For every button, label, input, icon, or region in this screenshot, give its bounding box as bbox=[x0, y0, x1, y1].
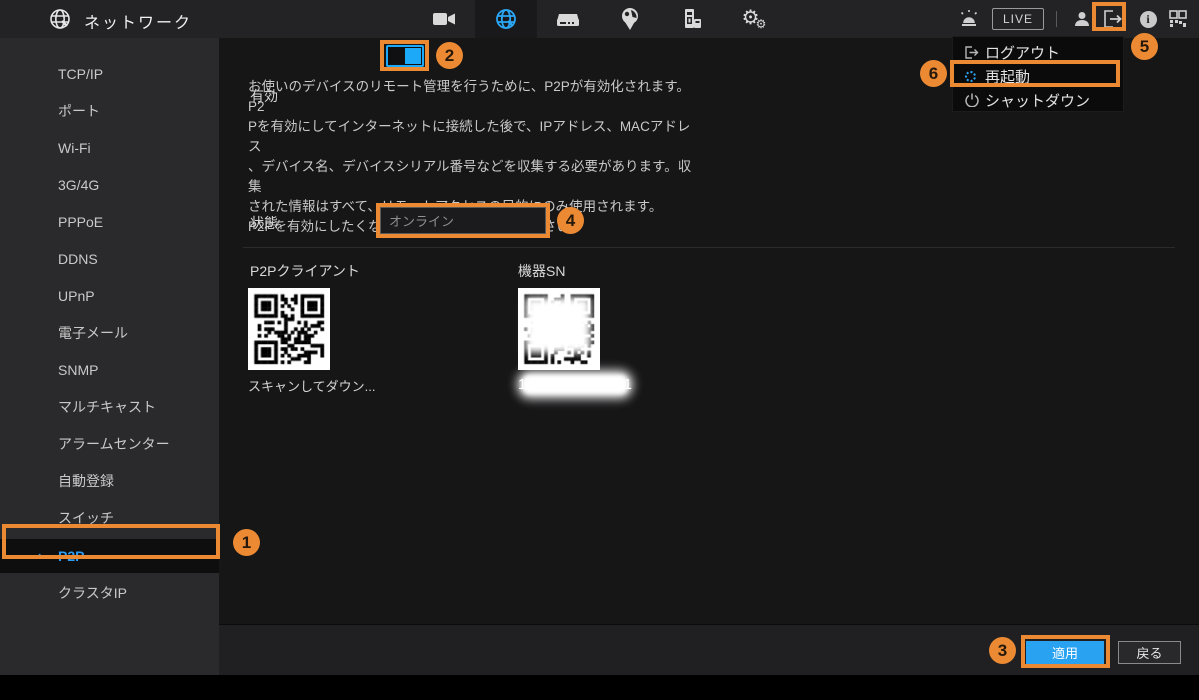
p2p-client-qr-code bbox=[248, 288, 330, 370]
network-logo-icon bbox=[48, 7, 72, 31]
menu-item-restart[interactable]: 再起動 bbox=[953, 64, 1123, 88]
p2p-client-caption: スキャンしてダウン... bbox=[248, 376, 375, 395]
annotation-circle-1: 1 bbox=[233, 529, 260, 556]
sidebar-item-[interactable]: マルチキャスト bbox=[0, 389, 219, 426]
status-label: 状態 bbox=[250, 213, 278, 233]
sidebar-item-label: クラスタIP bbox=[58, 585, 127, 601]
enable-toggle[interactable] bbox=[386, 45, 424, 67]
main-nav: ⚙⚙ bbox=[413, 0, 785, 38]
nav-storage-icon[interactable] bbox=[537, 0, 599, 38]
menu-item-label: ログアウト bbox=[985, 42, 1060, 63]
sidebar-item-label: 電子メール bbox=[58, 325, 128, 341]
alarm-icon[interactable] bbox=[954, 0, 984, 38]
apply-button[interactable]: 適用 bbox=[1026, 641, 1104, 664]
sidebar-item-label: 3G/4G bbox=[58, 177, 99, 193]
content-panel: 有効 お使いのデバイスのリモート管理を行うために、P2Pが有効化されます。P2 … bbox=[219, 38, 1199, 624]
annotation-circle-3: 3 bbox=[989, 637, 1016, 664]
menu-item-label: 再起動 bbox=[985, 66, 1030, 87]
annotation-circle-5: 5 bbox=[1131, 33, 1158, 60]
sidebar-item-label: PPPoE bbox=[58, 214, 103, 230]
sidebar-item-snmp[interactable]: SNMP bbox=[0, 352, 219, 389]
sidebar-item-label: SNMP bbox=[58, 362, 98, 378]
device-sn-value-redacted: 1 1 bbox=[518, 374, 632, 395]
status-input[interactable] bbox=[380, 207, 546, 234]
nav-network-globe-icon[interactable] bbox=[475, 0, 537, 38]
sidebar-item-label: スイッチ bbox=[58, 510, 114, 526]
menu-item-label: シャットダウン bbox=[985, 90, 1090, 111]
footer-bar: 適用 戻る bbox=[219, 624, 1199, 675]
info-icon[interactable]: i bbox=[1133, 0, 1163, 38]
restart-spinner-icon bbox=[965, 71, 985, 82]
sidebar-item-[interactable]: アラームセンター bbox=[0, 426, 219, 463]
sidebar-item-label: TCP/IP bbox=[58, 66, 103, 82]
sidebar-item-tcpip[interactable]: TCP/IP bbox=[0, 56, 219, 93]
chevron-right-icon: › bbox=[38, 539, 42, 573]
sidebar-item-label: ポート bbox=[58, 103, 100, 119]
sn-redaction-blob bbox=[521, 374, 629, 395]
topbar-right-icons: LIVE i bbox=[954, 0, 1199, 38]
nav-account-icon[interactable] bbox=[599, 0, 661, 38]
sidebar-item-p2p[interactable]: › P2P bbox=[0, 539, 219, 573]
qr-redaction-blur bbox=[525, 297, 591, 353]
sidebar-item-[interactable]: スイッチ bbox=[0, 500, 219, 537]
sn-visible-suffix: 1 bbox=[624, 376, 632, 393]
sidebar-item-label: DDNS bbox=[58, 251, 98, 267]
annotation-circle-6: 6 bbox=[920, 60, 947, 87]
annotation-circle-2: 2 bbox=[436, 42, 463, 69]
sidebar-item-ip[interactable]: クラスタIP bbox=[0, 575, 219, 612]
user-dropdown-menu: ログアウト 再起動 シャットダウン bbox=[952, 36, 1124, 112]
menu-item-shutdown[interactable]: シャットダウン bbox=[953, 88, 1123, 112]
sidebar-item-label: 自動登録 bbox=[58, 473, 114, 489]
nav-system-icon[interactable] bbox=[661, 0, 723, 38]
live-button[interactable]: LIVE bbox=[992, 8, 1044, 30]
user-icon[interactable] bbox=[1067, 0, 1097, 38]
p2p-client-label: P2Pクライアント bbox=[250, 261, 360, 281]
device-sn-label: 機器SN bbox=[518, 261, 565, 281]
qr-code-icon[interactable] bbox=[1163, 0, 1193, 38]
sidebar-item-wifi[interactable]: Wi-Fi bbox=[0, 130, 219, 167]
logout-icon bbox=[965, 46, 985, 59]
sidebar-item-pppoe[interactable]: PPPoE bbox=[0, 204, 219, 241]
sidebar-item-3g4g[interactable]: 3G/4G bbox=[0, 167, 219, 204]
sidebar-item-ddns[interactable]: DDNS bbox=[0, 241, 219, 278]
sidebar-item-upnp[interactable]: UPnP bbox=[0, 278, 219, 315]
page-title: ネットワーク bbox=[84, 9, 192, 33]
sidebar-menu: TCP/IP ポート Wi-Fi 3G/4G PPPoE DDNS UPnP 電子メール SNM… bbox=[0, 38, 219, 675]
logout-menu-icon[interactable] bbox=[1097, 0, 1133, 38]
sidebar-item-[interactable]: 自動登録 bbox=[0, 463, 219, 500]
qr-canvas bbox=[251, 291, 327, 367]
sn-visible-prefix: 1 bbox=[518, 376, 526, 393]
annotation-circle-4: 4 bbox=[557, 207, 584, 234]
sidebar-item-[interactable]: ポート bbox=[0, 93, 219, 130]
section-divider bbox=[243, 247, 1175, 248]
sidebar-item-label: P2P bbox=[58, 548, 84, 564]
sidebar-item-label: アラームセンター bbox=[58, 436, 170, 452]
sidebar-item-label: Wi-Fi bbox=[58, 140, 91, 156]
power-icon bbox=[965, 93, 985, 107]
back-button[interactable]: 戻る bbox=[1118, 641, 1181, 664]
toggle-knob bbox=[405, 48, 421, 64]
nav-settings-gears-icon[interactable]: ⚙⚙ bbox=[723, 0, 785, 38]
sidebar-item-label: マルチキャスト bbox=[58, 399, 156, 415]
nav-camera-icon[interactable] bbox=[413, 0, 475, 38]
topbar-separator bbox=[1056, 11, 1057, 27]
sidebar-item-[interactable]: 電子メール bbox=[0, 315, 219, 352]
top-bar: ネットワーク ⚙⚙ bbox=[0, 0, 1199, 38]
app-screen: ネットワーク ⚙⚙ bbox=[0, 0, 1199, 700]
device-sn-qr-code bbox=[518, 288, 600, 370]
menu-item-logout[interactable]: ログアウト bbox=[953, 40, 1123, 64]
sidebar-item-label: UPnP bbox=[58, 288, 95, 304]
